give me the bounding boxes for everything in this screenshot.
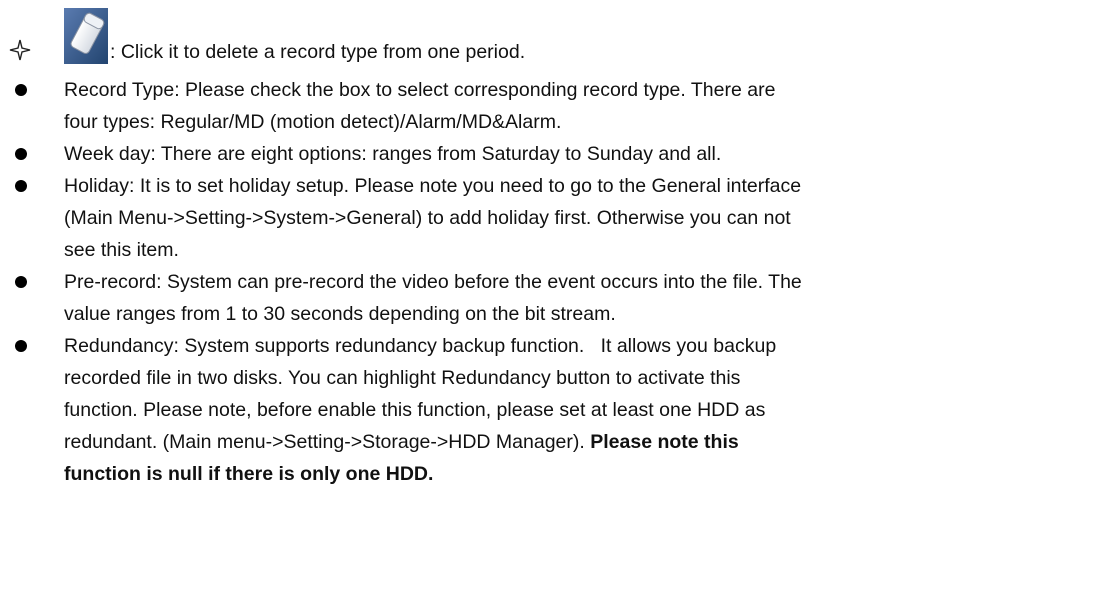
text-line: (Main Menu->Setting->System->General) to… [64, 207, 791, 229]
diamond-bullet-icon [9, 39, 31, 61]
eraser-icon [64, 0, 108, 64]
list-item: Redundancy: System supports redundancy b… [0, 330, 1100, 490]
document-page: : Click it to delete a record type from … [0, 0, 1100, 589]
bullet-icon [15, 180, 27, 192]
list-item: Pre-record: System can pre-record the vi… [0, 266, 1100, 330]
text-line: Record Type: Please check the box to sel… [64, 79, 776, 101]
list-item: Record Type: Please check the box to sel… [0, 74, 1100, 138]
text-line: Week day: There are eight options: range… [64, 143, 722, 165]
list-item-text: : Click it to delete a record type from … [110, 41, 526, 63]
text-line: four types: Regular/MD (motion detect)/A… [64, 111, 562, 133]
text-line: Holiday: It is to set holiday setup. Ple… [64, 175, 802, 197]
bullet-icon [15, 84, 27, 96]
bullet-icon [15, 148, 27, 160]
list-item-text: Holiday: It is to set holiday setup. Ple… [64, 170, 1096, 266]
list-item-text: Redundancy: System supports redundancy b… [64, 330, 1096, 490]
text-line: see this item. [64, 239, 179, 261]
text-line: function. Please note, before enable thi… [64, 399, 766, 421]
bold-note: Please note this [590, 431, 739, 453]
list-item-text: Pre-record: System can pre-record the vi… [64, 266, 1096, 330]
list-item: : Click it to delete a record type from … [0, 0, 1100, 80]
list-item: Week day: There are eight options: range… [0, 138, 1100, 170]
list-item-text: Record Type: Please check the box to sel… [64, 74, 1096, 138]
bullet-icon [15, 276, 27, 288]
bold-note: function is null if there is only one HD… [64, 463, 434, 485]
list-item: Holiday: It is to set holiday setup. Ple… [0, 170, 1100, 266]
text-line: value ranges from 1 to 30 seconds depend… [64, 303, 616, 325]
text-line: Pre-record: System can pre-record the vi… [64, 271, 802, 293]
text-line: redundant. (Main menu->Setting->Storage-… [64, 426, 1096, 458]
bullet-icon [15, 340, 27, 352]
text-line: recorded file in two disks. You can high… [64, 367, 741, 389]
list-item-text: Week day: There are eight options: range… [64, 138, 1096, 170]
text-line: Redundancy: System supports redundancy b… [64, 335, 777, 357]
text-span: redundant. (Main menu->Setting->Storage-… [64, 431, 591, 453]
